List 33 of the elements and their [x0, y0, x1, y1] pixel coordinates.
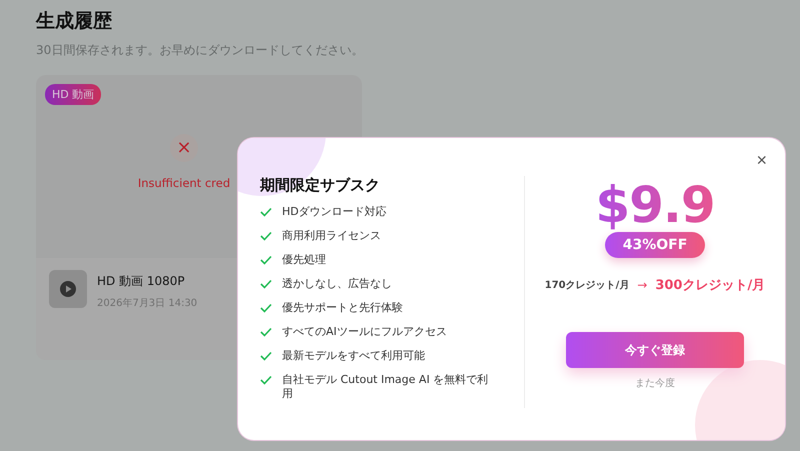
- feature-text: 優先サポートと先行体験: [282, 301, 403, 315]
- feature-text: HDダウンロード対応: [282, 205, 387, 219]
- page-title: 生成履歴: [36, 9, 113, 34]
- play-icon: [60, 281, 76, 297]
- check-icon: [260, 255, 272, 265]
- check-icon: [260, 375, 272, 385]
- arrow-icon: →: [637, 278, 648, 292]
- item-date: 2026年7月3日 14:30: [97, 297, 198, 310]
- old-credits: 170クレジット/月: [544, 279, 630, 292]
- check-icon: [260, 303, 272, 313]
- video-thumbnail[interactable]: [49, 270, 87, 308]
- later-link[interactable]: また今度: [635, 376, 675, 390]
- check-icon: [260, 207, 272, 217]
- error-message: Insufficient cred: [138, 176, 230, 190]
- discount-badge: 43%OFF: [604, 232, 706, 258]
- feature-text: 最新モデルをすべて利用可能: [282, 349, 425, 363]
- dialog-title: 期間限定サブスク: [260, 176, 381, 195]
- feature-text: すべてのAIツールにフルアクセス: [282, 325, 447, 339]
- error-icon: ×: [170, 134, 198, 162]
- close-button[interactable]: ×: [752, 150, 771, 171]
- check-icon: [260, 279, 272, 289]
- check-icon: [260, 327, 272, 337]
- new-credits: 300クレジット/月: [655, 277, 766, 294]
- feature-text: 透かしなし、広告なし: [282, 277, 392, 291]
- subscribe-button[interactable]: 今すぐ登録: [566, 332, 744, 368]
- page-subtitle: 30日間保存されます。お早めにダウンロードしてください。: [36, 42, 364, 59]
- item-title: HD 動画 1080P: [97, 273, 186, 290]
- check-icon: [260, 351, 272, 361]
- check-icon: [260, 231, 272, 241]
- hd-badge: HD 動画: [45, 84, 102, 105]
- feature-text: 商用利用ライセンス: [282, 229, 381, 243]
- feature-text: 優先処理: [282, 253, 326, 267]
- feature-text: 自社モデル Cutout Image AI を無料で利用: [282, 373, 490, 401]
